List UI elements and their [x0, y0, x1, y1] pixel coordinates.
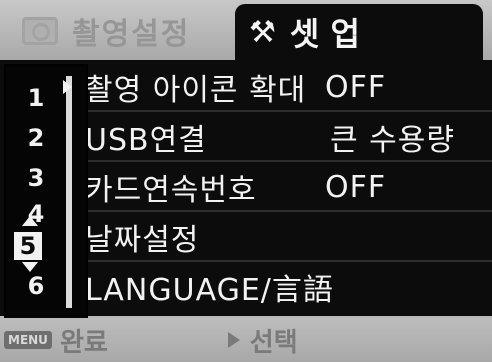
footer-select-label: 선택	[249, 327, 298, 358]
right-arrow-icon	[63, 80, 72, 94]
row-divider	[80, 160, 492, 162]
tools-icon: ⚒	[249, 14, 276, 50]
menu-item-value: 큰 수용량	[330, 123, 455, 158]
menu-item-card-sequence[interactable]: 카드연속번호 OFF	[85, 164, 385, 210]
play-icon	[227, 332, 240, 348]
page-number-active: 5	[14, 232, 42, 260]
menu-item-icon-enlarge[interactable]: 촬영 아이콘 확대 OFF	[85, 64, 385, 110]
menu-item-value: OFF	[325, 69, 387, 105]
row-divider	[80, 210, 492, 212]
row-divider	[80, 260, 492, 262]
menu-item-label: LANGUAGE/言語	[85, 273, 334, 308]
page-number: 2	[27, 124, 45, 152]
tab-bar: 촬영설정 ⚒ 셋 업	[0, 0, 492, 60]
scroll-up-icon[interactable]	[22, 216, 38, 226]
tab-setup[interactable]: ⚒ 셋 업	[235, 4, 483, 60]
scroll-down-icon[interactable]	[22, 262, 38, 272]
page-number: 3	[27, 164, 45, 192]
tab-shooting-label: 촬영설정	[72, 17, 191, 52]
menu-item-language[interactable]: LANGUAGE/言語	[85, 264, 334, 310]
page-number: 6	[27, 272, 45, 300]
menu-button-badge[interactable]: MENU	[4, 331, 52, 349]
footer-bar: MENU 완료 선택	[0, 318, 492, 362]
page-number: 1	[27, 84, 45, 112]
menu-item-label: 날짜설정	[85, 223, 200, 258]
menu-item-label: 카드연속번호	[85, 173, 257, 208]
row-divider	[80, 110, 492, 112]
camera-icon	[22, 17, 58, 45]
scroll-track[interactable]	[66, 76, 72, 308]
menu-item-label: 촬영 아이콘 확대	[85, 73, 307, 108]
menu-item-date-setting[interactable]: 날짜설정	[85, 214, 199, 260]
menu-item-value: OFF	[325, 169, 387, 205]
menu-item-usb-connection[interactable]: USB연결 큰 수용량	[85, 114, 454, 160]
tab-setup-label: 셋 업	[289, 15, 360, 53]
menu-item-label: USB연결	[85, 123, 207, 158]
footer-end-label: 완료	[59, 327, 108, 358]
setup-menu-screen: 촬영설정 ⚒ 셋 업 촬영 아이콘 확대 OFF USB연결 큰 수용량 카드연…	[0, 0, 492, 362]
page-indicator: 1 2 3 4 5 6	[4, 64, 88, 324]
tab-shooting-settings[interactable]: 촬영설정	[8, 6, 233, 56]
